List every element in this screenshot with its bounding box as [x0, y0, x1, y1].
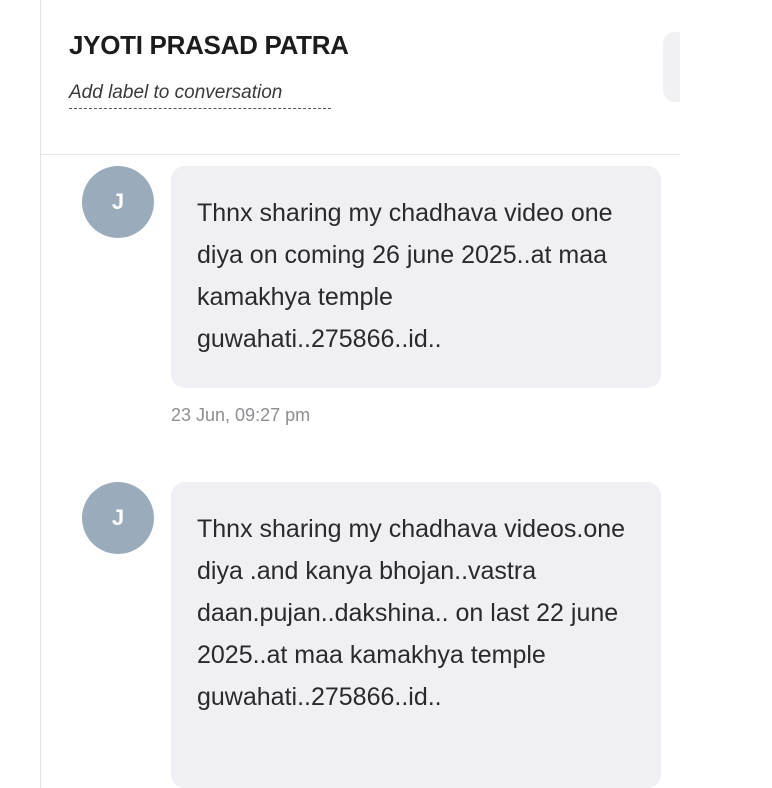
avatar-initial: J — [111, 505, 125, 530]
conversation-view: JYOTI PRASAD PATRA Add label to conversa… — [0, 0, 772, 788]
message-bubble[interactable]: Thnx sharing my chadhava videos.one diya… — [171, 482, 661, 788]
message-timestamp: 23 Jun, 09:27 pm — [171, 405, 311, 425]
avatar-initial: J — [111, 189, 125, 214]
avatar: J — [82, 166, 154, 238]
avatar: J — [82, 482, 154, 554]
add-label-link[interactable]: Add label to conversation — [69, 82, 331, 109]
header-side-panel[interactable] — [663, 32, 680, 102]
conversation-header: JYOTI PRASAD PATRA Add label to conversa… — [41, 0, 680, 155]
message-bubble[interactable]: Thnx sharing my chadhava video one diya … — [171, 166, 661, 388]
contact-name: JYOTI PRASAD PATRA — [69, 30, 349, 60]
message-text: Thnx sharing my chadhava videos.one diya… — [197, 515, 626, 711]
message-text: Thnx sharing my chadhava video one diya … — [197, 199, 613, 353]
